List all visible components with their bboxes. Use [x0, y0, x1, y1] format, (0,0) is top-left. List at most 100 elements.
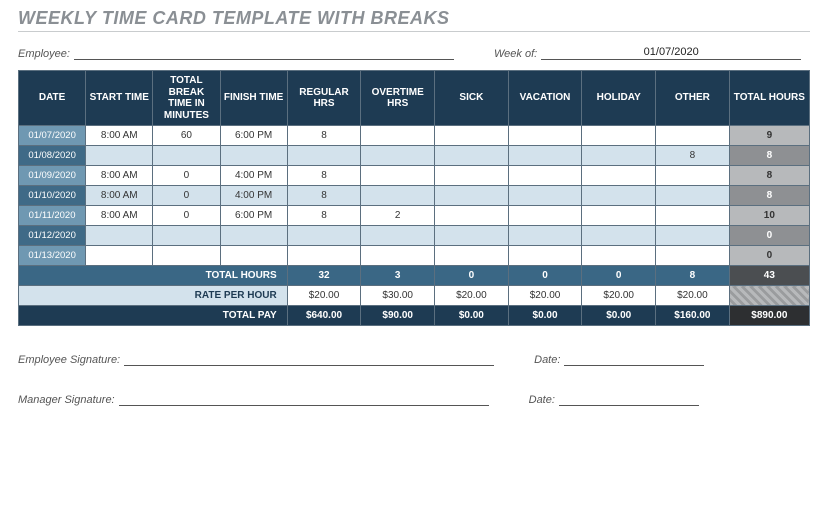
cell-holiday[interactable] [582, 166, 656, 186]
cell-holiday[interactable] [582, 206, 656, 226]
cell-total: 8 [729, 186, 809, 206]
cell-sick[interactable] [435, 146, 509, 166]
rate-regular[interactable]: $20.00 [287, 286, 361, 306]
cell-finish[interactable]: 6:00 PM [220, 126, 287, 146]
pay-vacation: $0.00 [508, 306, 582, 326]
cell-sick[interactable] [435, 186, 509, 206]
cell-break[interactable] [153, 246, 220, 266]
cell-start[interactable]: 8:00 AM [86, 126, 153, 146]
cell-total: 0 [729, 226, 809, 246]
total-hours-regular: 32 [287, 266, 361, 286]
cell-sick[interactable] [435, 126, 509, 146]
manager-signature-row: Manager Signature: Date: [18, 392, 810, 406]
header-row: DATE START TIME TOTAL BREAK TIME IN MINU… [19, 71, 810, 126]
mgr-sig-label: Manager Signature: [18, 394, 115, 406]
employee-field: Employee: [18, 46, 454, 60]
cell-holiday[interactable] [582, 126, 656, 146]
table-row: 01/07/20208:00 AM606:00 PM89 [19, 126, 810, 146]
cell-other[interactable] [656, 166, 730, 186]
cell-regular[interactable]: 8 [287, 166, 361, 186]
cell-start[interactable]: 8:00 AM [86, 186, 153, 206]
cell-sick[interactable] [435, 206, 509, 226]
cell-sick[interactable] [435, 226, 509, 246]
cell-break[interactable]: 0 [153, 186, 220, 206]
cell-holiday[interactable] [582, 246, 656, 266]
cell-vacation[interactable] [508, 126, 582, 146]
cell-start[interactable]: 8:00 AM [86, 206, 153, 226]
cell-holiday[interactable] [582, 226, 656, 246]
cell-break[interactable]: 0 [153, 166, 220, 186]
cell-break[interactable] [153, 226, 220, 246]
cell-overtime[interactable] [361, 126, 435, 146]
pay-sick: $0.00 [435, 306, 509, 326]
cell-vacation[interactable] [508, 246, 582, 266]
cell-overtime[interactable] [361, 186, 435, 206]
cell-vacation[interactable] [508, 226, 582, 246]
cell-holiday[interactable] [582, 186, 656, 206]
cell-overtime[interactable] [361, 246, 435, 266]
cell-start[interactable] [86, 146, 153, 166]
cell-finish[interactable] [220, 246, 287, 266]
pay-grand: $890.00 [729, 306, 809, 326]
cell-finish[interactable]: 4:00 PM [220, 166, 287, 186]
cell-start[interactable] [86, 246, 153, 266]
th-overtime: OVERTIME HRS [361, 71, 435, 126]
cell-break[interactable]: 0 [153, 206, 220, 226]
rate-overtime[interactable]: $30.00 [361, 286, 435, 306]
cell-other[interactable] [656, 206, 730, 226]
rate-holiday[interactable]: $20.00 [582, 286, 656, 306]
emp-sig-date-line[interactable] [564, 352, 704, 366]
th-total: TOTAL HOURS [729, 71, 809, 126]
table-row: 01/12/20200 [19, 226, 810, 246]
mgr-sig-date-line[interactable] [559, 392, 699, 406]
cell-date: 01/10/2020 [19, 186, 86, 206]
cell-finish[interactable] [220, 146, 287, 166]
cell-break[interactable] [153, 146, 220, 166]
cell-vacation[interactable] [508, 186, 582, 206]
cell-finish[interactable]: 4:00 PM [220, 186, 287, 206]
cell-regular[interactable]: 8 [287, 206, 361, 226]
cell-other[interactable]: 8 [656, 146, 730, 166]
employee-value[interactable] [74, 46, 454, 60]
cell-finish[interactable] [220, 226, 287, 246]
cell-overtime[interactable] [361, 226, 435, 246]
cell-overtime[interactable] [361, 166, 435, 186]
cell-holiday[interactable] [582, 146, 656, 166]
mgr-sig-line[interactable] [119, 392, 489, 406]
table-row: 01/11/20208:00 AM06:00 PM8210 [19, 206, 810, 226]
cell-vacation[interactable] [508, 166, 582, 186]
cell-other[interactable] [656, 126, 730, 146]
timecard-body: 01/07/20208:00 AM606:00 PM8901/08/202088… [19, 126, 810, 266]
week-of-value[interactable]: 01/07/2020 [541, 46, 801, 60]
cell-regular[interactable] [287, 146, 361, 166]
cell-other[interactable] [656, 246, 730, 266]
cell-overtime[interactable]: 2 [361, 206, 435, 226]
th-sick: SICK [435, 71, 509, 126]
cell-start[interactable] [86, 226, 153, 246]
cell-start[interactable]: 8:00 AM [86, 166, 153, 186]
cell-sick[interactable] [435, 246, 509, 266]
employee-signature-row: Employee Signature: Date: [18, 352, 810, 366]
rate-sick[interactable]: $20.00 [435, 286, 509, 306]
cell-regular[interactable]: 8 [287, 186, 361, 206]
cell-overtime[interactable] [361, 146, 435, 166]
cell-regular[interactable]: 8 [287, 126, 361, 146]
cell-date: 01/09/2020 [19, 166, 86, 186]
cell-vacation[interactable] [508, 206, 582, 226]
th-vacation: VACATION [508, 71, 582, 126]
cell-vacation[interactable] [508, 146, 582, 166]
rate-vacation[interactable]: $20.00 [508, 286, 582, 306]
cell-other[interactable] [656, 186, 730, 206]
cell-regular[interactable] [287, 226, 361, 246]
table-row: 01/13/20200 [19, 246, 810, 266]
table-row: 01/09/20208:00 AM04:00 PM88 [19, 166, 810, 186]
cell-regular[interactable] [287, 246, 361, 266]
pay-regular: $640.00 [287, 306, 361, 326]
cell-other[interactable] [656, 226, 730, 246]
cell-finish[interactable]: 6:00 PM [220, 206, 287, 226]
emp-sig-line[interactable] [124, 352, 494, 366]
th-start: START TIME [86, 71, 153, 126]
rate-other[interactable]: $20.00 [656, 286, 730, 306]
cell-sick[interactable] [435, 166, 509, 186]
cell-break[interactable]: 60 [153, 126, 220, 146]
